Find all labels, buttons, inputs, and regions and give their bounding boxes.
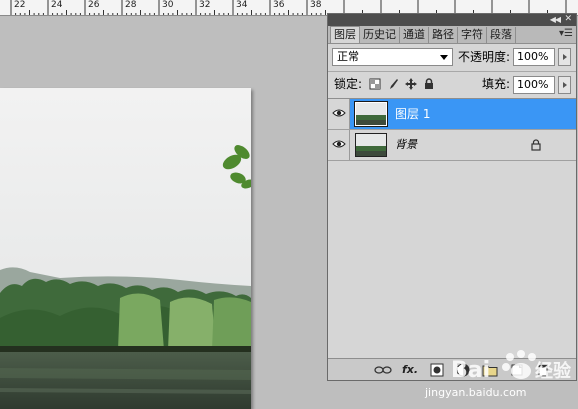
layer-name[interactable]: 图层 1 <box>395 106 430 122</box>
ruler-label: 26 <box>88 0 100 10</box>
close-icon[interactable]: ✕ <box>564 14 572 25</box>
layer-thumbnail <box>354 101 388 127</box>
lock-icon <box>531 139 541 151</box>
lake-photo <box>0 88 251 409</box>
lock-pixels-icon[interactable] <box>387 78 399 90</box>
tab-paragraph[interactable]: 段落 <box>487 27 516 43</box>
chevron-down-icon <box>440 55 448 60</box>
tab-history[interactable]: 历史记 <box>360 27 400 43</box>
fx-icon[interactable]: fx. <box>402 363 418 377</box>
blend-mode-select[interactable]: 正常 <box>332 48 453 66</box>
visibility-toggle[interactable] <box>328 99 350 129</box>
ruler-label: 32 <box>199 0 211 10</box>
chevron-right-icon <box>563 54 567 60</box>
layer-thumbnail <box>355 133 387 157</box>
ruler-label: 28 <box>125 0 137 10</box>
tab-paths[interactable]: 路径 <box>429 27 458 43</box>
layer-name[interactable]: 背景 <box>395 137 417 153</box>
ruler-label: 30 <box>162 0 174 10</box>
layers-list: 图层 1 背景 <box>328 98 576 360</box>
document-canvas[interactable] <box>0 88 251 409</box>
opacity-label: 不透明度: <box>458 50 511 64</box>
link-icon[interactable] <box>374 363 392 377</box>
visibility-toggle[interactable] <box>328 130 350 160</box>
ruler-label: 36 <box>273 0 285 10</box>
lock-position-icon[interactable] <box>405 78 417 90</box>
blend-mode-value: 正常 <box>337 50 359 63</box>
ruler-label: 38 <box>310 0 322 10</box>
tab-layers[interactable]: 图层 <box>330 26 360 43</box>
panel-menu-icon[interactable]: ▾☰ <box>559 28 573 39</box>
ruler-label: 34 <box>236 0 248 10</box>
layer-row-background[interactable]: 背景 <box>328 130 576 161</box>
ruler-label: 22 <box>14 0 26 10</box>
svg-text:Bai: Bai <box>451 358 490 383</box>
panel-tabs: 图层 历史记 通道 路径 字符 段落 ▾☰ <box>328 26 576 44</box>
svg-text:经验: 经验 <box>535 360 572 382</box>
fill-label: 填充: <box>482 77 511 91</box>
lock-label: 锁定: <box>334 77 363 91</box>
lock-all-icon[interactable] <box>423 78 435 90</box>
opacity-slider-button[interactable] <box>558 48 571 66</box>
opacity-input[interactable]: 100% <box>513 48 555 66</box>
ruler-label: 24 <box>51 0 63 10</box>
blend-opacity-row: 正常 不透明度: 100% <box>328 44 576 68</box>
mask-icon[interactable] <box>430 363 444 377</box>
tab-character[interactable]: 字符 <box>458 27 487 43</box>
lock-transparency-icon[interactable] <box>369 78 381 90</box>
tab-channels[interactable]: 通道 <box>400 27 429 43</box>
eye-icon <box>332 140 346 148</box>
fill-slider-button[interactable] <box>558 76 571 94</box>
layers-panel: ◀◀ ✕ 图层 历史记 通道 路径 字符 段落 ▾☰ 正常 不透明度: 100%… <box>327 13 577 381</box>
chevron-right-icon <box>563 82 567 88</box>
collapse-icon[interactable]: ◀◀ <box>550 15 561 25</box>
fill-input[interactable]: 100% <box>513 76 555 94</box>
watermark-url: jingyan.baidu.com <box>425 386 527 399</box>
eye-icon <box>332 109 346 117</box>
thumbnail-image <box>356 103 386 125</box>
panel-titlebar[interactable]: ◀◀ ✕ <box>328 14 576 26</box>
lock-fill-row: 锁定: 填充: 100% <box>328 72 576 96</box>
layer-row-layer1[interactable]: 图层 1 <box>328 99 576 130</box>
thumbnail-image <box>356 134 386 156</box>
